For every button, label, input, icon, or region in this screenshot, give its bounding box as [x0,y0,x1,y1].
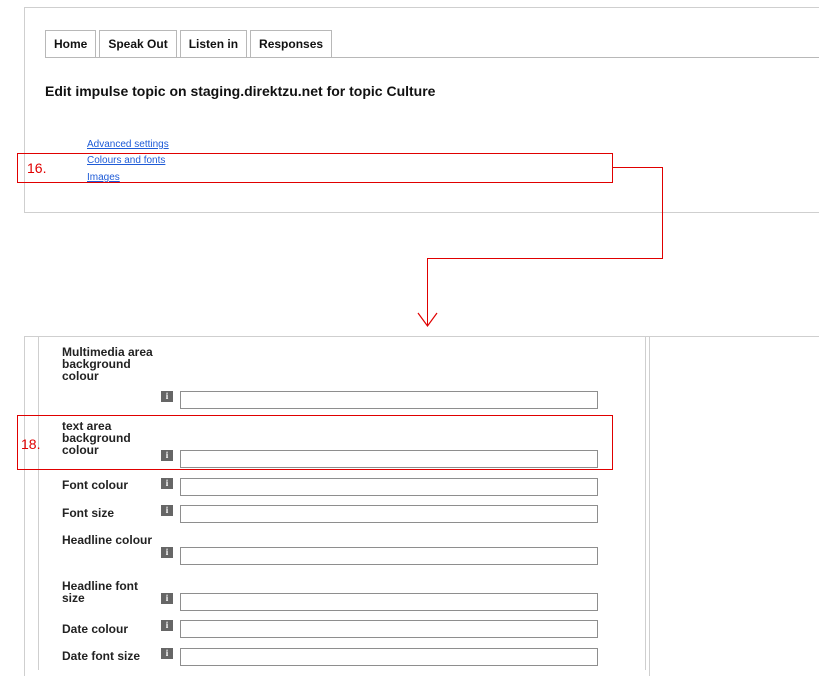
annotation-step-16: 16. [27,160,47,176]
connector-line-h2 [427,258,663,259]
tab-listen-in[interactable]: Listen in [179,30,248,57]
tab-responses[interactable]: Responses [250,30,333,57]
connector-line-v1 [662,167,663,259]
font-size-input[interactable] [180,505,598,523]
tab-underline [45,57,819,58]
annotation-step-18: 18. [21,436,41,452]
multimedia-bg-label-text: Multimedia area background colour [62,345,153,383]
date-colour-label: Date colour [62,622,129,636]
headline-colour-label-text: Headline colour [62,533,153,547]
multimedia-bg-input[interactable] [180,391,598,409]
advanced-settings-link[interactable]: Advanced settings [87,139,169,150]
multimedia-bg-label: Multimedia area background colour [62,346,154,382]
headline-font-size-input[interactable] [180,593,598,611]
info-icon[interactable]: i [161,547,173,558]
date-font-size-input[interactable] [180,648,598,666]
panel-divider-right [645,336,646,670]
connector-line-h1 [613,167,663,168]
info-icon[interactable]: i [161,478,173,489]
tab-bar: Home Speak Out Listen in Responses [45,30,335,57]
info-icon[interactable]: i [161,505,173,516]
headline-font-size-label: Headline font size [62,580,154,604]
headline-colour-input[interactable] [180,547,598,565]
date-colour-input[interactable] [180,620,598,638]
annotation-box-16 [17,153,613,183]
font-colour-input[interactable] [180,478,598,496]
panel-top-rule [650,336,819,337]
tab-home[interactable]: Home [45,30,97,57]
info-icon[interactable]: i [161,648,173,659]
info-icon[interactable]: i [161,593,173,604]
headline-font-size-label-text: Headline font size [62,579,139,605]
font-size-label: Font size [62,506,115,520]
arrow-down-icon [417,312,438,328]
panel-divider-left [38,336,39,670]
page-title: Edit impulse topic on staging.direktzu.n… [45,83,436,99]
tab-speak-out[interactable]: Speak Out [99,30,177,57]
font-colour-label: Font colour [62,478,128,492]
info-icon[interactable]: i [161,391,173,402]
headline-colour-label: Headline colour [62,534,154,546]
date-font-size-label: Date font size [62,649,141,663]
info-icon[interactable]: i [161,620,173,631]
annotation-box-18 [17,415,613,470]
